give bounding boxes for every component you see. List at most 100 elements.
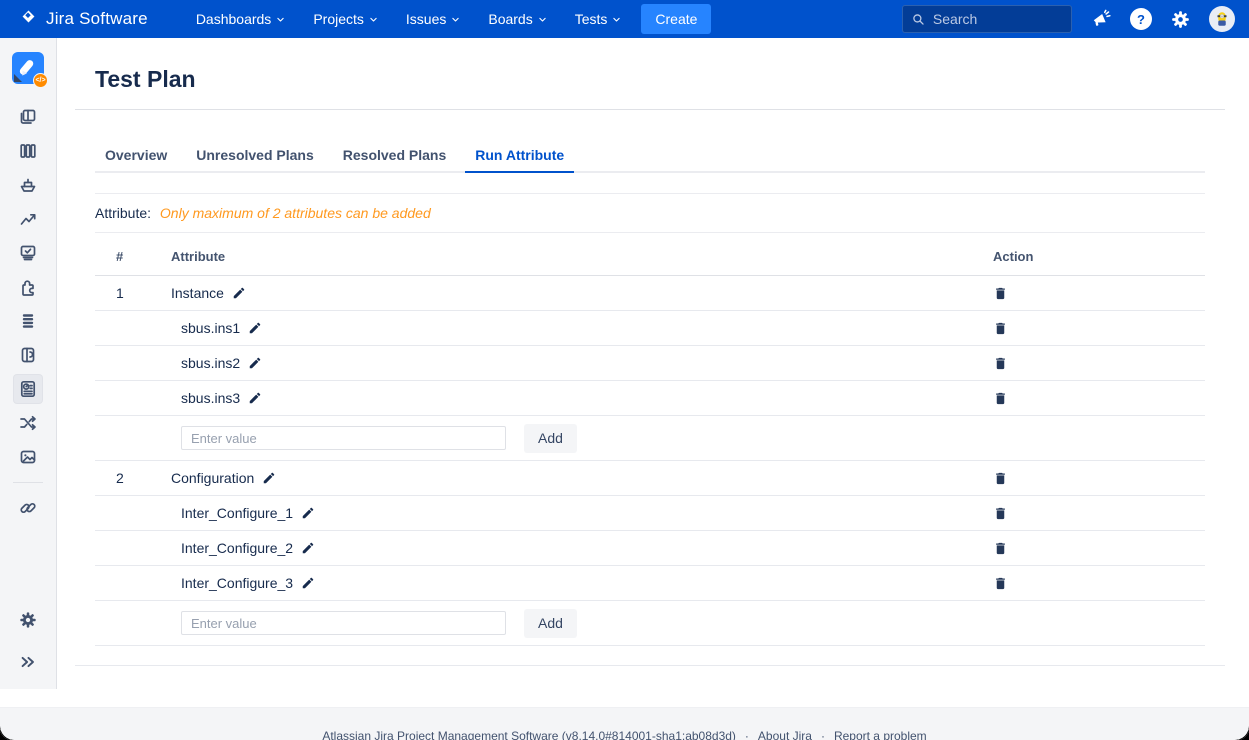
delete-value-button[interactable] — [993, 541, 1008, 556]
menu-boards[interactable]: Boards — [478, 5, 556, 33]
sidebar-item-test-sessions[interactable] — [14, 239, 42, 267]
user-menu-button[interactable] — [1209, 6, 1235, 32]
backlog-icon — [18, 107, 38, 127]
announcements-button[interactable] — [1090, 8, 1112, 30]
pencil-icon — [301, 541, 315, 555]
sidebar-item-board[interactable] — [14, 137, 42, 165]
edit-attribute-button[interactable] — [262, 471, 276, 485]
sidebar-item-pages[interactable] — [14, 341, 42, 369]
screen-corner — [1235, 726, 1249, 740]
add-value-button[interactable]: Add — [524, 609, 577, 638]
collapse-sidebar-button[interactable] — [14, 648, 42, 676]
attribute-name: Configuration — [171, 470, 254, 486]
title-divider — [75, 109, 1225, 110]
new-value-input[interactable] — [181, 611, 506, 635]
tab-unresolved-plans[interactable]: Unresolved Plans — [186, 147, 324, 173]
pencil-icon — [232, 286, 246, 300]
chevron-down-icon — [451, 15, 460, 24]
edit-value-button[interactable] — [248, 321, 262, 335]
pencil-icon — [248, 391, 262, 405]
delete-attribute-button[interactable] — [993, 286, 1008, 301]
delete-attribute-button[interactable] — [993, 471, 1008, 486]
menu-projects[interactable]: Projects — [303, 5, 388, 33]
project-avatar[interactable]: </> — [12, 52, 44, 84]
delete-value-button[interactable] — [993, 356, 1008, 371]
sidebar-item-shuffle[interactable] — [14, 409, 42, 437]
project-sidebar: </> — [0, 38, 57, 689]
menu-tests[interactable]: Tests — [565, 5, 632, 33]
sidebar-item-reports[interactable] — [14, 205, 42, 233]
footer-version-text: Atlassian Jira Project Management Softwa… — [322, 729, 736, 740]
attribute-notice: Attribute: Only maximum of 2 attributes … — [95, 194, 1205, 233]
menu-issues[interactable]: Issues — [396, 5, 470, 33]
sidebar-item-backlog[interactable] — [14, 103, 42, 131]
attribute-value: Inter_Configure_2 — [181, 540, 293, 556]
jira-diamond-icon — [18, 6, 39, 32]
help-button[interactable]: ? — [1130, 8, 1152, 30]
column-header-num: # — [95, 249, 171, 264]
edit-value-button[interactable] — [301, 506, 315, 520]
sidebar-item-links[interactable] — [14, 494, 42, 522]
megaphone-icon — [1090, 8, 1112, 30]
page-title: Test Plan — [95, 64, 1205, 94]
tab-overview[interactable]: Overview — [95, 147, 177, 173]
sidebar-divider — [13, 482, 43, 483]
create-button[interactable]: Create — [641, 4, 711, 34]
trash-icon — [993, 321, 1008, 336]
footer-separator: · — [821, 729, 825, 740]
brand-title: Jira Software — [46, 9, 148, 29]
help-icon: ? — [1130, 8, 1152, 30]
menu-dashboards[interactable]: Dashboards — [186, 5, 296, 33]
tab-run-attribute[interactable]: Run Attribute — [465, 147, 574, 173]
edit-value-button[interactable] — [301, 576, 315, 590]
trash-icon — [993, 356, 1008, 371]
app-footer: Atlassian Jira Project Management Softwa… — [0, 707, 1249, 740]
add-value-row: Add — [95, 416, 1205, 461]
sidebar-item-test-plan[interactable] — [14, 375, 42, 403]
attribute-value-row: Inter_Configure_3 — [95, 566, 1205, 601]
edit-value-button[interactable] — [248, 356, 262, 370]
jira-logo[interactable]: Jira Software — [18, 6, 148, 32]
pencil-icon — [248, 321, 262, 335]
code-badge-icon: </> — [33, 73, 48, 88]
search-input[interactable] — [933, 11, 1062, 27]
pencil-icon — [248, 356, 262, 370]
sidebar-item-releases[interactable] — [14, 171, 42, 199]
app-window: Jira Software Dashboards Projects Issues… — [0, 0, 1249, 740]
trash-icon — [993, 541, 1008, 556]
chart-line-icon — [18, 209, 38, 229]
footer-separator: · — [745, 729, 749, 740]
settings-button[interactable] — [1170, 9, 1191, 30]
new-value-input[interactable] — [181, 426, 506, 450]
edit-attribute-button[interactable] — [232, 286, 246, 300]
trash-icon — [993, 506, 1008, 521]
edit-value-button[interactable] — [301, 541, 315, 555]
sidebar-bottom — [14, 603, 42, 679]
search-box[interactable] — [902, 5, 1072, 33]
attribute-limit-message: Only maximum of 2 attributes can be adde… — [160, 205, 431, 221]
sidebar-item-add-ons[interactable] — [14, 273, 42, 301]
chevron-down-icon — [538, 15, 547, 24]
image-icon — [18, 447, 38, 467]
delete-value-button[interactable] — [993, 391, 1008, 406]
sidebar-item-list[interactable] — [14, 307, 42, 335]
delete-value-button[interactable] — [993, 321, 1008, 336]
delete-value-button[interactable] — [993, 506, 1008, 521]
tab-resolved-plans[interactable]: Resolved Plans — [333, 147, 457, 173]
trash-icon — [993, 576, 1008, 591]
attribute-number: 1 — [95, 285, 171, 301]
edit-value-button[interactable] — [248, 391, 262, 405]
sidebar-item-media[interactable] — [14, 443, 42, 471]
report-problem-link[interactable]: Report a problem — [834, 729, 927, 740]
add-value-button[interactable]: Add — [524, 424, 577, 453]
delete-value-button[interactable] — [993, 576, 1008, 591]
ship-icon — [18, 175, 38, 195]
attribute-label: Attribute: — [95, 205, 151, 221]
board-icon — [18, 141, 38, 161]
project-settings-button[interactable] — [14, 606, 42, 634]
attribute-value-row: sbus.ins1 — [95, 311, 1205, 346]
pencil-icon — [301, 576, 315, 590]
attribute-value-row: Inter_Configure_1 — [95, 496, 1205, 531]
list-bars-icon — [18, 311, 38, 331]
about-jira-link[interactable]: About Jira — [758, 729, 812, 740]
